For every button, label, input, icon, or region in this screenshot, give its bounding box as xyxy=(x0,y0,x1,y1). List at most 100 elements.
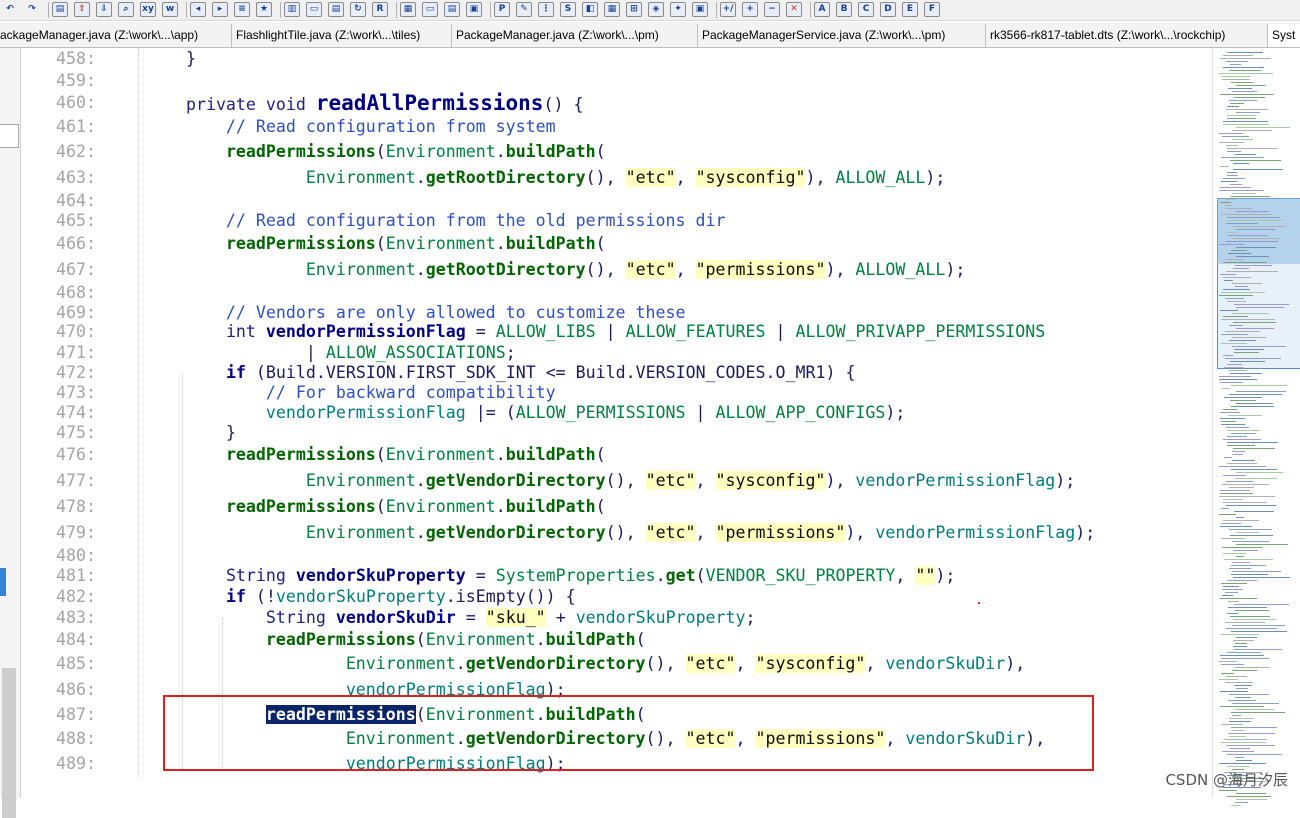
minimap-line xyxy=(1219,190,1264,191)
minimap-line xyxy=(1227,106,1239,107)
tab-file[interactable]: Syst xyxy=(1268,24,1300,47)
redo-icon[interactable]: ↷ xyxy=(24,2,40,17)
minimap-line xyxy=(1236,517,1244,518)
tab-file[interactable]: FlashlightTile.java (Z:\work\...\tiles) xyxy=(232,24,452,47)
line-text: Environment.getVendorDirectory(), "etc",… xyxy=(305,523,1096,542)
tool7-icon[interactable]: ◈ xyxy=(648,2,664,17)
minimap-line xyxy=(1219,295,1253,296)
minimap-line xyxy=(1230,160,1281,161)
layout3-icon[interactable]: ▤ xyxy=(444,2,460,17)
minimap-line xyxy=(1225,298,1244,299)
minimap-line xyxy=(1231,574,1268,575)
minimap-line xyxy=(1225,199,1236,200)
replace-icon[interactable]: xy xyxy=(140,2,156,17)
code-editor[interactable]: 458: } 459: 460: private void readAllPermi… xyxy=(22,48,1212,798)
a-icon[interactable]: A xyxy=(814,2,830,17)
r-logo-icon[interactable]: R xyxy=(372,2,388,17)
minimap-line xyxy=(1219,514,1236,515)
minimap-line xyxy=(1236,532,1259,533)
minimap-line xyxy=(1221,292,1265,293)
bookmark-prev-icon[interactable]: ◂ xyxy=(190,2,206,17)
tab-file[interactable]: rk3566-rk817-tablet.dts (Z:\work\...\roc… xyxy=(986,24,1268,47)
tool3-icon[interactable]: S xyxy=(560,2,576,17)
minimap-line xyxy=(1232,703,1279,704)
minimap-line xyxy=(1229,694,1269,695)
tab-file[interactable]: PackageManagerService.java (Z:\work\...\… xyxy=(698,24,986,47)
import-icon[interactable]: ⇩ xyxy=(96,2,112,17)
minimap-line xyxy=(1226,145,1238,146)
minimap-line xyxy=(1220,187,1251,188)
layout2-icon[interactable]: ▭ xyxy=(422,2,438,17)
tool9-icon[interactable]: ▣ xyxy=(692,2,708,17)
add-icon[interactable]: + xyxy=(742,2,758,17)
minimap-line xyxy=(1227,118,1256,119)
line-number: 475: xyxy=(56,423,96,442)
bookmark-star-icon[interactable]: ★ xyxy=(256,2,272,17)
minimap-line xyxy=(1221,673,1234,674)
minimap-line xyxy=(1226,505,1276,506)
p-icon[interactable]: P xyxy=(494,2,510,17)
layout1-icon[interactable]: ▦ xyxy=(400,2,416,17)
tool4-icon[interactable]: ◧ xyxy=(582,2,598,17)
minimap-line xyxy=(1236,247,1276,248)
d-icon[interactable]: D xyxy=(880,2,896,17)
www-icon[interactable]: w xyxy=(162,2,178,17)
minimap-line xyxy=(1219,133,1243,134)
minimap-line xyxy=(1223,475,1246,476)
export-icon[interactable]: ⇪ xyxy=(74,2,90,17)
bookmark-list-icon[interactable]: ≡ xyxy=(234,2,250,17)
code-minimap[interactable] xyxy=(1212,48,1300,806)
tool5-icon[interactable]: ▦ xyxy=(604,2,620,17)
zoom-icon[interactable]: +/ xyxy=(720,2,736,17)
toolbar-separator xyxy=(396,2,397,18)
minimap-line xyxy=(1221,319,1275,320)
line-number: 462: xyxy=(56,142,96,161)
tab-file[interactable]: PackageManager.java (Z:\work\...\pm) xyxy=(452,24,698,47)
find-icon[interactable]: ⌕ xyxy=(118,2,134,17)
minimap-line xyxy=(1231,730,1245,731)
refresh-icon[interactable]: ↻ xyxy=(350,2,366,17)
b-icon[interactable]: B xyxy=(836,2,852,17)
undo-icon[interactable]: ↶ xyxy=(2,2,18,17)
layout4-icon[interactable]: ▣ xyxy=(466,2,482,17)
minimap-line xyxy=(1219,466,1266,467)
left-scrollbar[interactable] xyxy=(0,48,21,818)
f-icon[interactable]: F xyxy=(924,2,940,17)
book-icon[interactable]: ▥ xyxy=(284,2,300,17)
bookmark-next-icon[interactable]: ▸ xyxy=(212,2,228,17)
minimap-line xyxy=(1235,643,1247,644)
minimap-line xyxy=(1231,727,1277,728)
minimap-line xyxy=(1226,676,1247,677)
line-text: readPermissions(Environment.buildPath( xyxy=(225,234,606,253)
minimap-line xyxy=(1235,697,1251,698)
tab-file[interactable]: ackageManager.java (Z:\work\...\app) xyxy=(0,24,232,47)
minimap-line xyxy=(1229,100,1257,101)
toolbar-separator xyxy=(186,2,187,18)
minimap-line xyxy=(1230,535,1273,536)
c-icon[interactable]: C xyxy=(858,2,874,17)
minimap-line xyxy=(1231,469,1277,470)
close-icon[interactable]: ✕ xyxy=(786,2,802,17)
minimap-line xyxy=(1226,628,1277,629)
notes-icon[interactable]: ▤ xyxy=(328,2,344,17)
line-text: readPermissions(Environment.buildPath( xyxy=(225,142,606,161)
left-scroll-thumb[interactable] xyxy=(2,668,16,818)
e-icon[interactable]: E xyxy=(902,2,918,17)
tool8-icon[interactable]: ✦ xyxy=(670,2,686,17)
remove-icon[interactable]: − xyxy=(764,2,780,17)
tool2-icon[interactable]: ⋮ xyxy=(538,2,554,17)
folder-icon[interactable]: ▭ xyxy=(306,2,322,17)
minimap-line xyxy=(1227,430,1260,431)
minimap-line xyxy=(1235,709,1274,710)
line-number: 480: xyxy=(56,546,96,565)
line-text: readPermissions(Environment.buildPath( xyxy=(225,445,606,464)
minimap-line xyxy=(1219,496,1275,497)
tool6-icon[interactable]: ⊞ xyxy=(626,2,642,17)
page-icon[interactable]: ▤ xyxy=(52,2,68,17)
minimap-line xyxy=(1228,733,1275,734)
minimap-line xyxy=(1220,598,1257,599)
line-number: 470: xyxy=(56,322,96,341)
tool1-icon[interactable]: ✎ xyxy=(516,2,532,17)
minimap-line xyxy=(1232,337,1266,338)
minimap-line xyxy=(1222,595,1233,596)
